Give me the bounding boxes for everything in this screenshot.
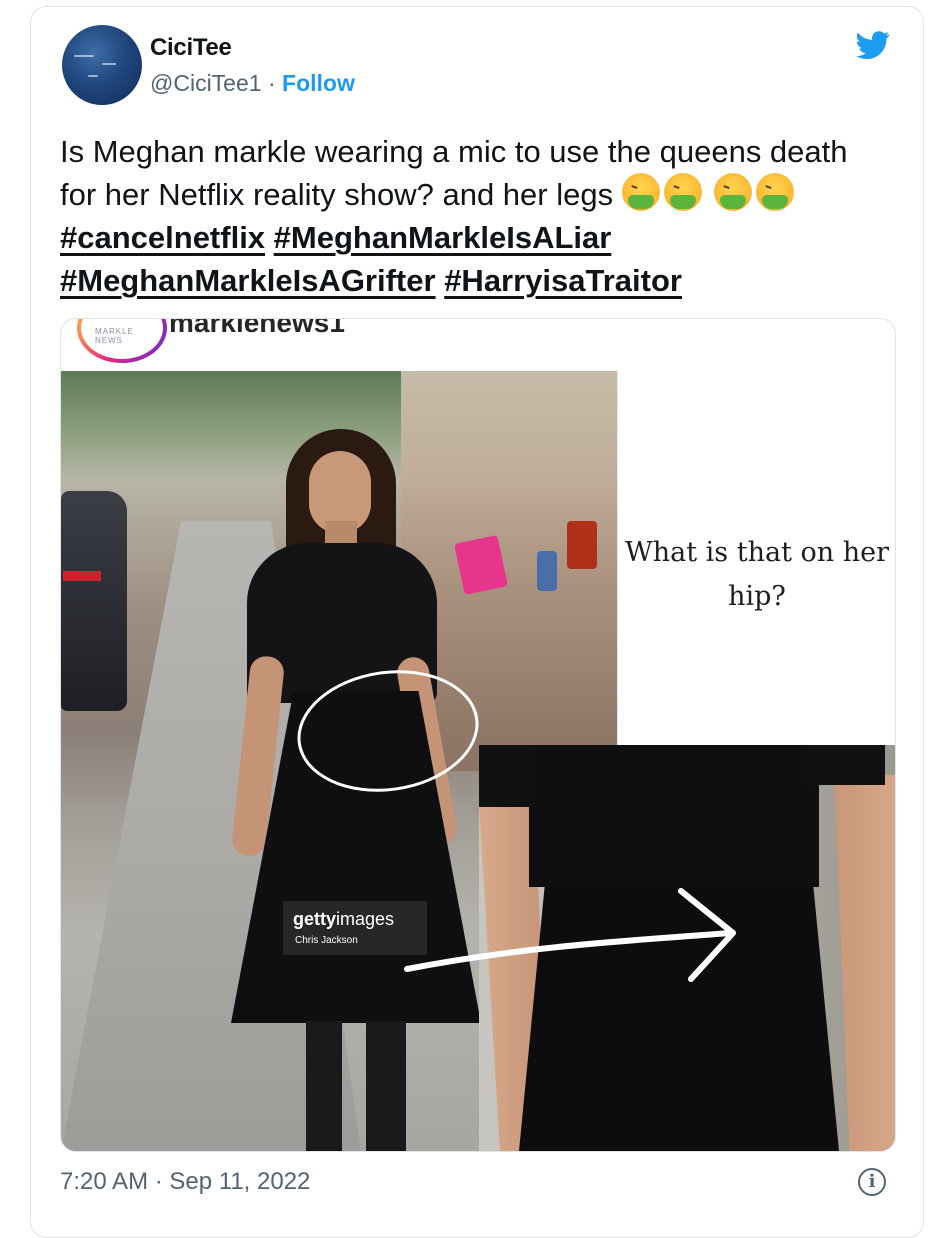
instagram-avatar[interactable]: MARKLE NEWS	[77, 319, 167, 363]
zoom-photo	[479, 745, 895, 1151]
nauseated-face-icon	[663, 173, 702, 211]
zoom-sleeve	[805, 745, 885, 785]
getty-brand-bold: getty	[293, 909, 337, 929]
avatar-detail	[74, 55, 94, 57]
photo-car	[61, 491, 127, 711]
getty-brand: gettyimages	[293, 909, 394, 930]
author-handle-row: @CiciTee1 · Follow	[150, 70, 355, 97]
avatar-detail	[88, 75, 98, 77]
zoom-sleeve	[479, 745, 535, 807]
nauseated-face-icon	[714, 173, 753, 211]
author-avatar[interactable]	[62, 25, 142, 105]
question-panel: What is that on her hip?	[617, 371, 895, 745]
instagram-avatar-text: MARKLE NEWS	[95, 327, 134, 345]
photo-car-light	[63, 571, 101, 581]
hashtag-link[interactable]: #HarryisaTraitor	[444, 263, 682, 298]
author-name[interactable]: CiciTee	[150, 34, 232, 62]
avatar-detail	[102, 63, 116, 65]
zoom-skirt	[519, 887, 839, 1151]
nauseated-face-icon	[756, 173, 795, 211]
handle-separator: ·	[261, 70, 283, 96]
photo-legs	[306, 1021, 406, 1151]
zoom-dress-top	[529, 745, 819, 887]
photo-phone	[567, 521, 597, 569]
follow-button[interactable]: Follow	[282, 70, 355, 96]
info-icon[interactable]: i	[858, 1168, 886, 1196]
tweet-timestamp[interactable]: 7:20 AM · Sep 11, 2022	[60, 1168, 310, 1196]
tweet-text: Is Meghan markle wearing a mic to use th…	[60, 130, 890, 302]
getty-brand-light: images	[336, 909, 395, 929]
hashtag-link[interactable]: #MeghanMarkleIsAGrifter	[60, 263, 436, 298]
embedded-post[interactable]: MARKLE NEWS marklenews1 gettyimages Chri…	[60, 318, 896, 1152]
author-handle[interactable]: @CiciTee1	[150, 70, 262, 96]
nauseated-face-icon	[621, 173, 660, 211]
instagram-username[interactable]: marklenews1	[169, 319, 345, 339]
getty-credit: Chris Jackson	[295, 935, 358, 946]
getty-watermark: gettyimages Chris Jackson	[283, 901, 427, 955]
hashtag-link[interactable]: #cancelnetflix	[60, 220, 265, 255]
photo-phone	[537, 551, 557, 591]
twitter-bird-icon[interactable]	[854, 28, 892, 62]
question-text: What is that on her hip?	[624, 537, 889, 612]
hashtag-link[interactable]: #MeghanMarkleIsALiar	[274, 220, 612, 255]
